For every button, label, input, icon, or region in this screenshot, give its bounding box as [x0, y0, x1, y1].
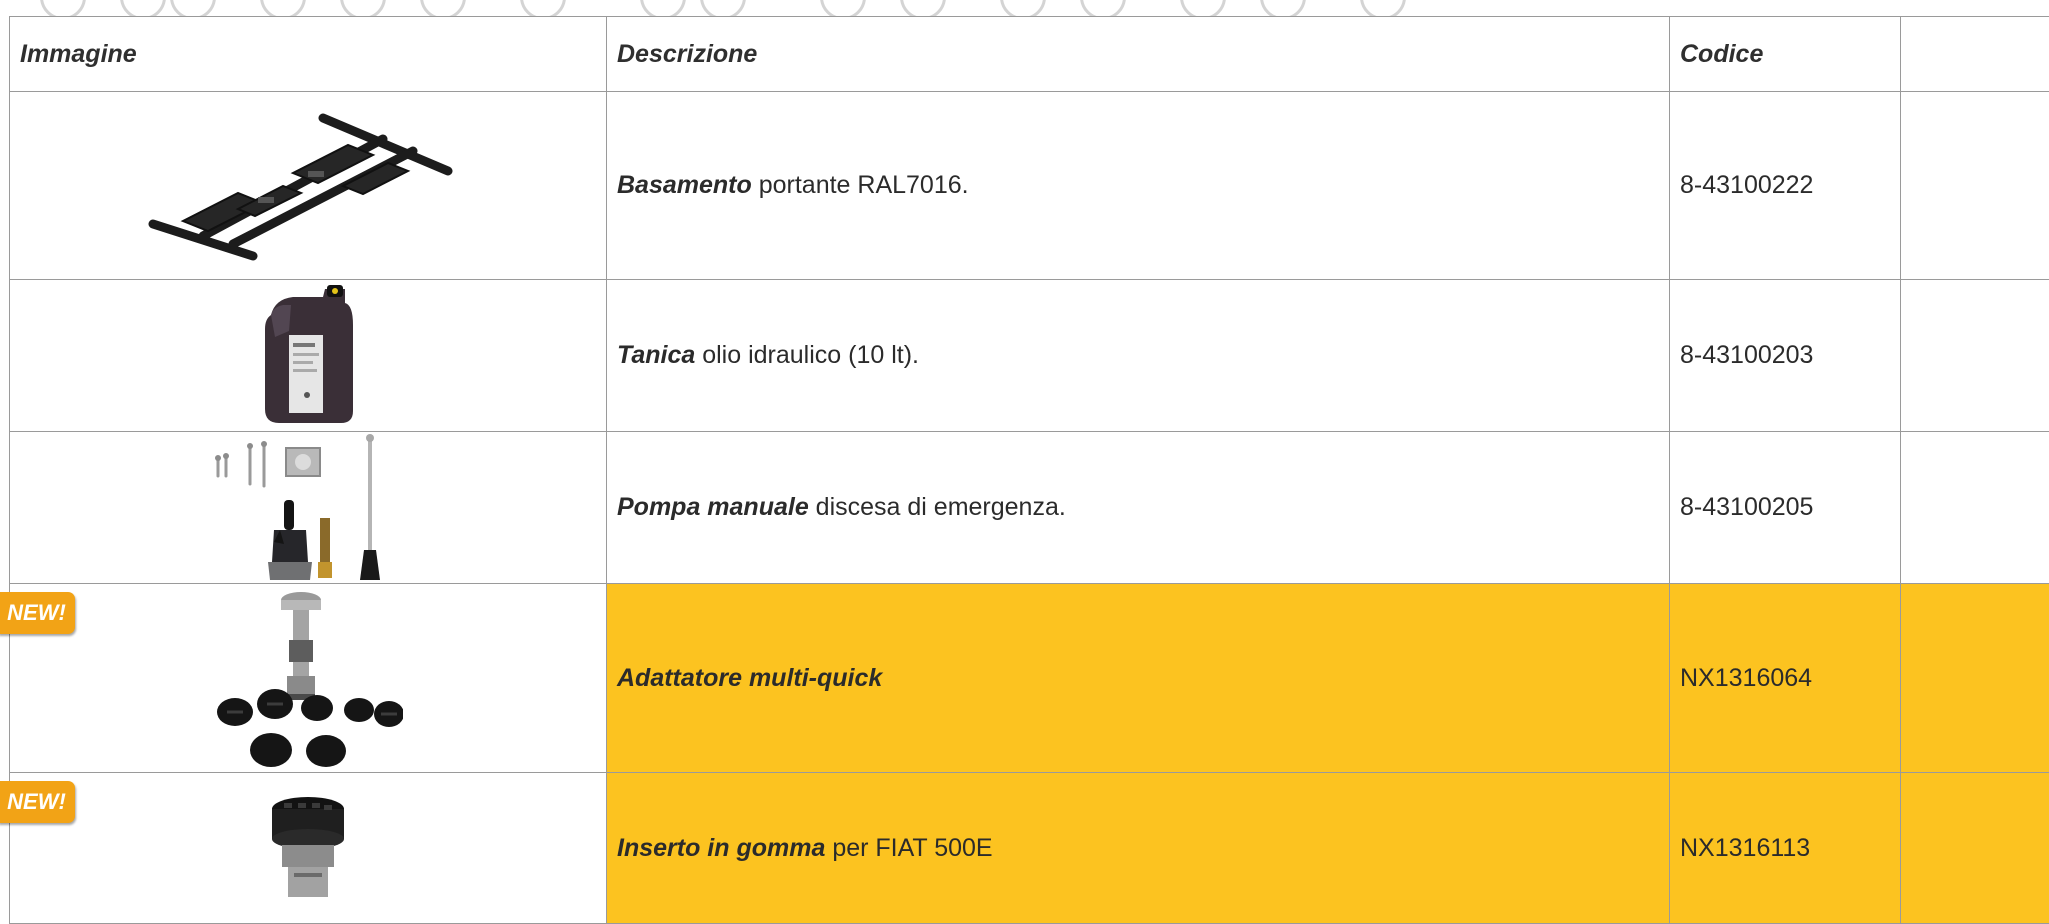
item-detail: olio idraulico (10 lt). [695, 341, 919, 369]
description-cell: Basamento portante RAL7016. [607, 92, 1670, 280]
item-name: Pompa manuale [617, 493, 809, 521]
image-cell [10, 280, 607, 432]
item-detail: per FIAT 500E [825, 834, 992, 862]
code-cell: 8-43100205 [1670, 432, 1901, 584]
new-badge: NEW! [0, 781, 75, 823]
rubber-pad-insert-image [258, 793, 358, 903]
image-cell: NEW! [10, 773, 607, 924]
oil-canister-image [253, 285, 363, 427]
new-badge: NEW! [0, 592, 75, 634]
code-cell: NX1316064 [1670, 584, 1901, 773]
base-frame-image [143, 111, 473, 261]
image-cell [10, 92, 607, 280]
extra-cell [1901, 584, 2049, 773]
code-cell: 8-43100222 [1670, 92, 1901, 280]
accessories-table: Immagine Descrizione Codice [9, 16, 2049, 924]
item-name: Tanica [617, 341, 695, 369]
item-detail: portante RAL7016. [752, 171, 969, 199]
description-cell: Inserto in gomma per FIAT 500E [607, 773, 1670, 924]
extra-cell [1901, 432, 2049, 584]
item-name: Adattatore multi-quick [617, 664, 882, 692]
extra-cell [1901, 92, 2049, 280]
multi-quick-adapter-image [213, 588, 403, 768]
table-row: Pompa manuale discesa di emergenza. 8-43… [10, 432, 2049, 584]
extra-cell [1901, 280, 2049, 432]
header-code: Codice [1670, 17, 1901, 92]
table-row: NEW! Adattatore multi-quick NX1316064 [10, 584, 2049, 773]
description-cell: Pompa manuale discesa di emergenza. [607, 432, 1670, 584]
description-cell: Adattatore multi-quick [607, 584, 1670, 773]
description-cell: Tanica olio idraulico (10 lt). [607, 280, 1670, 432]
item-detail: discesa di emergenza. [809, 493, 1066, 521]
image-cell: NEW! [10, 584, 607, 773]
image-cell [10, 432, 607, 584]
table-row: Tanica olio idraulico (10 lt). 8-4310020… [10, 280, 2049, 432]
table-row: Basamento portante RAL7016. 8-43100222 [10, 92, 2049, 280]
header-extra [1901, 17, 2049, 92]
header-description: Descrizione [607, 17, 1670, 92]
table-row: NEW! Inserto in gomma per FIAT 500E NX13… [10, 773, 2049, 924]
item-name: Inserto in gomma [617, 834, 825, 862]
code-cell: NX1316113 [1670, 773, 1901, 924]
header-image: Immagine [10, 17, 607, 92]
hand-pump-kit-image [208, 434, 408, 582]
item-name: Basamento [617, 171, 752, 199]
top-heading-fragment [0, 0, 2049, 16]
code-cell: 8-43100203 [1670, 280, 1901, 432]
table-header-row: Immagine Descrizione Codice [10, 17, 2049, 92]
extra-cell [1901, 773, 2049, 924]
